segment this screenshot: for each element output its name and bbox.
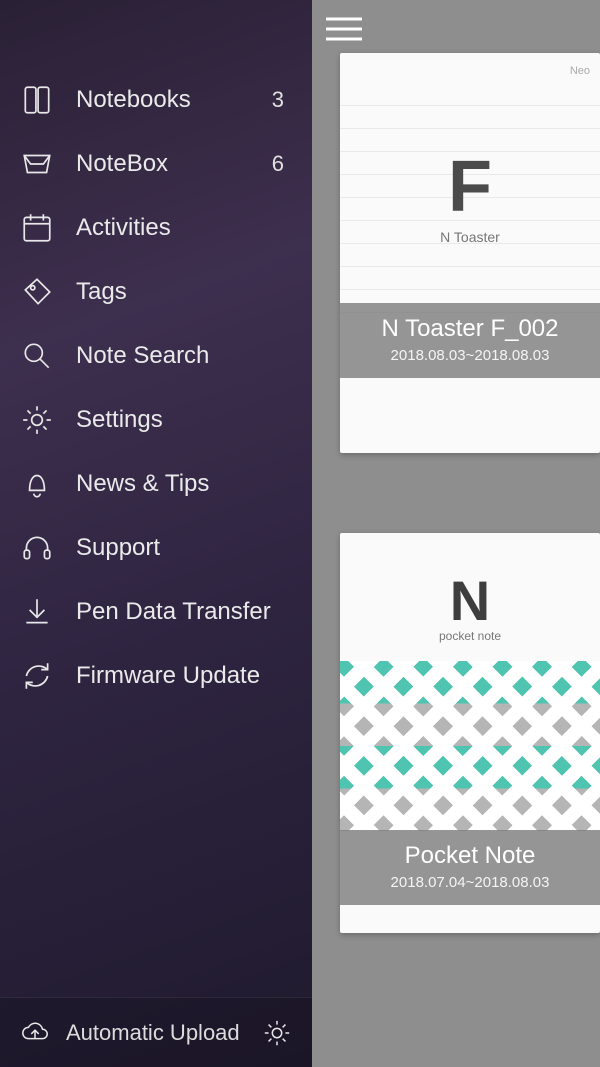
sidebar-status-area — [0, 0, 312, 58]
sidebar: Notebooks 3 NoteBox 6 Activities — [0, 0, 312, 1067]
menu-label: Activities — [76, 214, 292, 242]
gear-icon — [20, 403, 54, 437]
cover-sublabel: N Toaster — [440, 229, 500, 245]
bottom-settings-icon[interactable] — [262, 1018, 292, 1048]
sidebar-item-notebooks[interactable]: Notebooks 3 — [0, 68, 312, 132]
menu-label: NoteBox — [76, 150, 272, 178]
bell-icon — [20, 467, 54, 501]
sidebar-item-pen-transfer[interactable]: Pen Data Transfer — [0, 580, 312, 644]
sidebar-item-firmware[interactable]: Firmware Update — [0, 644, 312, 708]
app-root: Notebooks 3 NoteBox 6 Activities — [0, 0, 600, 1067]
menu-label: Firmware Update — [76, 662, 292, 690]
menu-label: Notebooks — [76, 86, 272, 114]
card-meta: N Toaster F_002 2018.08.03~2018.08.03 — [340, 303, 600, 378]
inbox-icon — [20, 147, 54, 181]
download-icon — [20, 595, 54, 629]
menu-label: Settings — [76, 406, 292, 434]
sidebar-item-settings[interactable]: Settings — [0, 388, 312, 452]
auto-upload-label[interactable]: Automatic Upload — [66, 1020, 262, 1046]
menu-label: Tags — [76, 278, 292, 306]
sidebar-item-news[interactable]: News & Tips — [0, 452, 312, 516]
menu-label: Support — [76, 534, 292, 562]
menu-label: News & Tips — [76, 470, 292, 498]
card-date: 2018.07.04~2018.08.03 — [340, 874, 600, 891]
cover-sublabel: pocket note — [340, 629, 600, 643]
menu-label: Note Search — [76, 342, 292, 370]
card-date: 2018.08.03~2018.08.03 — [340, 347, 600, 364]
tag-icon — [20, 275, 54, 309]
notebooks-count: 3 — [272, 87, 292, 113]
card-brand: Neo — [570, 65, 590, 77]
cover-letter: F — [448, 151, 492, 223]
card-meta: Pocket Note 2018.07.04~2018.08.03 — [340, 830, 600, 905]
notebox-count: 6 — [272, 151, 292, 177]
notebook-card[interactable]: Neo F N Toaster N Toaster F_002 2018.08.… — [340, 53, 600, 453]
hamburger-menu-icon[interactable] — [324, 15, 364, 43]
chevron-pattern — [340, 661, 600, 831]
sidebar-item-notebox[interactable]: NoteBox 6 — [0, 132, 312, 196]
sidebar-item-support[interactable]: Support — [0, 516, 312, 580]
card-title: Pocket Note — [340, 842, 600, 870]
search-icon — [20, 339, 54, 373]
sidebar-bottom-bar: Automatic Upload — [0, 997, 312, 1067]
cover-letter: N — [340, 573, 600, 629]
menu-label: Pen Data Transfer — [76, 598, 292, 626]
calendar-icon — [20, 211, 54, 245]
notebook-grid: Neo F N Toaster N Toaster F_002 2018.08.… — [312, 43, 600, 1067]
sidebar-item-search[interactable]: Note Search — [0, 324, 312, 388]
notebook-card[interactable]: N pocket note Pocket Note 2018.07.04~201… — [340, 533, 600, 933]
card-title: N Toaster F_002 — [340, 315, 600, 343]
main-content: Neo F N Toaster N Toaster F_002 2018.08.… — [312, 0, 600, 1067]
cloud-upload-icon[interactable] — [20, 1018, 50, 1048]
sidebar-item-activities[interactable]: Activities — [0, 196, 312, 260]
headset-icon — [20, 531, 54, 565]
card-cover: F N Toaster — [340, 83, 600, 313]
notebooks-icon — [20, 83, 54, 117]
sidebar-item-tags[interactable]: Tags — [0, 260, 312, 324]
refresh-icon — [20, 659, 54, 693]
sidebar-menu: Notebooks 3 NoteBox 6 Activities — [0, 58, 312, 997]
card-cover: N pocket note — [340, 533, 600, 831]
